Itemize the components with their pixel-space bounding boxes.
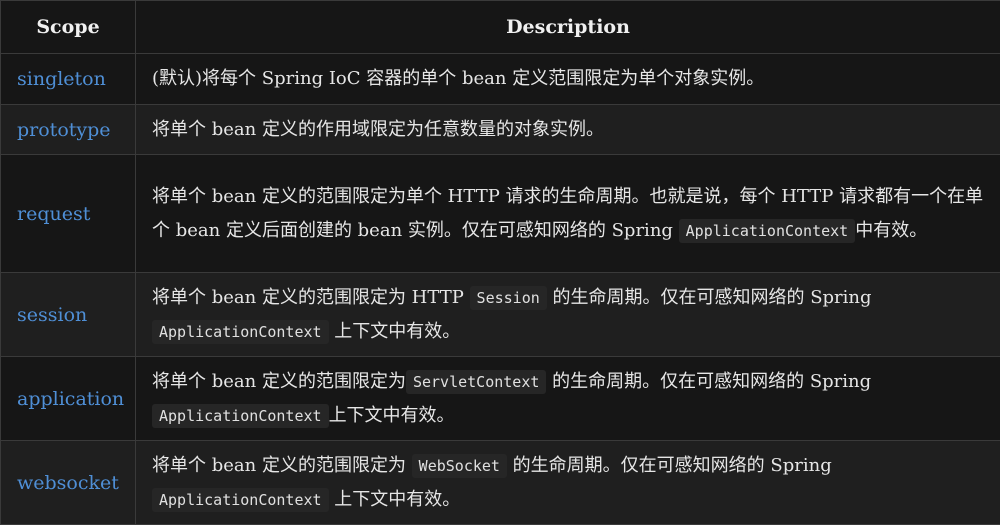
scope-table: Scope Description singleton (默认)将每个 Spri… xyxy=(0,0,1000,525)
description-text: 上下文中有效。 xyxy=(329,321,461,342)
description-cell: 将单个 bean 定义的范围限定为 WebSocket 的生命周期。仅在可感知网… xyxy=(136,441,1000,525)
description-text: 的生命周期。仅在可感知网络的 Spring xyxy=(547,287,872,308)
header-row: Scope Description xyxy=(1,1,1000,54)
description-text: 将单个 bean 定义的范围限定为 xyxy=(152,371,406,392)
description-cell: 将单个 bean 定义的作用域限定为任意数量的对象实例。 xyxy=(136,105,1000,155)
scope-link-session[interactable]: session xyxy=(1,273,136,357)
scope-link-singleton[interactable]: singleton xyxy=(1,54,136,105)
header-scope: Scope xyxy=(1,1,136,54)
scope-link-websocket[interactable]: websocket xyxy=(1,441,136,525)
table-row: websocket 将单个 bean 定义的范围限定为 WebSocket 的生… xyxy=(1,441,1000,525)
header-description: Description xyxy=(136,1,1000,54)
table-row: request 将单个 bean 定义的范围限定为单个 HTTP 请求的生命周期… xyxy=(1,155,1000,273)
description-cell: 将单个 bean 定义的范围限定为 HTTP Session 的生命周期。仅在可… xyxy=(136,273,1000,357)
description-text: 上下文中有效。 xyxy=(329,405,455,426)
description-text: 的生命周期。仅在可感知网络的 Spring xyxy=(507,455,832,476)
description-cell: 将单个 bean 定义的范围限定为ServletContext 的生命周期。仅在… xyxy=(136,357,1000,441)
code-session: Session xyxy=(470,286,547,310)
description-text: 将单个 bean 定义的范围限定为 HTTP xyxy=(152,287,470,308)
table-row: session 将单个 bean 定义的范围限定为 HTTP Session 的… xyxy=(1,273,1000,357)
description-text: 的生命周期。仅在可感知网络的 Spring xyxy=(546,371,871,392)
code-application-context: ApplicationContext xyxy=(679,219,856,243)
code-servlet-context: ServletContext xyxy=(406,370,546,394)
scope-link-application[interactable]: application xyxy=(1,357,136,441)
code-application-context: ApplicationContext xyxy=(152,404,329,428)
code-application-context: ApplicationContext xyxy=(152,320,329,344)
code-websocket: WebSocket xyxy=(412,454,507,478)
description-text: 将单个 bean 定义的作用域限定为任意数量的对象实例。 xyxy=(152,119,604,140)
description-text: (默认)将每个 Spring IoC 容器的单个 bean 定义范围限定为单个对… xyxy=(152,68,764,89)
table-row: singleton (默认)将每个 Spring IoC 容器的单个 bean … xyxy=(1,54,1000,105)
table-row: prototype 将单个 bean 定义的作用域限定为任意数量的对象实例。 xyxy=(1,105,1000,155)
description-cell: (默认)将每个 Spring IoC 容器的单个 bean 定义范围限定为单个对… xyxy=(136,54,1000,105)
table-row: application 将单个 bean 定义的范围限定为ServletCont… xyxy=(1,357,1000,441)
description-text: 上下文中有效。 xyxy=(329,489,461,510)
description-cell: 将单个 bean 定义的范围限定为单个 HTTP 请求的生命周期。也就是说，每个… xyxy=(136,155,1000,273)
code-application-context: ApplicationContext xyxy=(152,488,329,512)
scope-link-request[interactable]: request xyxy=(1,155,136,273)
description-text: 将单个 bean 定义的范围限定为 xyxy=(152,455,412,476)
description-text: 中有效。 xyxy=(855,220,927,241)
scope-link-prototype[interactable]: prototype xyxy=(1,105,136,155)
